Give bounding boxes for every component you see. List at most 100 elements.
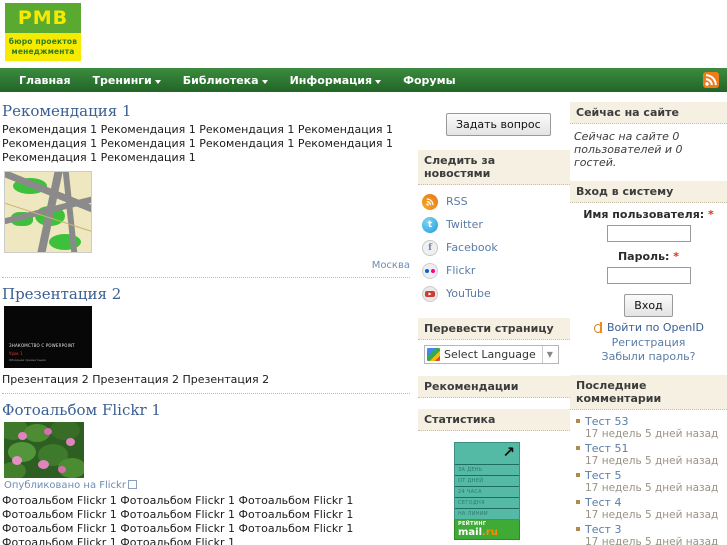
slide-note-text: Обзорная презентация [9, 358, 46, 362]
list-item[interactable]: f Facebook [422, 236, 570, 259]
presentation-thumbnail-image[interactable]: ЗНАКОМСТВО С POWERPOINT Урок 1 Обзорная … [4, 306, 92, 368]
nav-item-library[interactable]: Библиотека [172, 68, 279, 92]
language-select-value: Select Language [444, 347, 536, 361]
chevron-down-icon: ▼ [541, 346, 557, 363]
block-translate-page: Перевести страницу Select Language ▼ [418, 318, 570, 365]
username-row: Имя пользователя: * [574, 208, 723, 242]
block-follow-news: Следить за новостями RSS t Twitter f Fac… [418, 150, 570, 307]
openid-login-link[interactable]: Войти по OpenID [607, 321, 704, 334]
list-item: Тест 5 17 недель 5 дней назад [576, 469, 725, 495]
login-submit-button[interactable]: Вход [624, 294, 673, 317]
list-item[interactable]: ▶ YouTube [422, 282, 570, 305]
social-link-youtube[interactable]: YouTube [446, 287, 491, 300]
brand-name-accent: .ru [482, 527, 498, 538]
lotus-photo-thumbnail[interactable] [4, 422, 84, 478]
chevron-down-icon [154, 80, 161, 84]
slide-subtitle-text: Урок 1 [9, 351, 23, 356]
comment-timestamp: 17 недель 5 дней назад [585, 455, 719, 467]
list-item[interactable]: RSS [422, 190, 570, 213]
logo-sub-block: бюро проектов менеджмента [5, 33, 81, 61]
nav-item-trainings[interactable]: Тренинги [82, 68, 172, 92]
username-label-text: Имя пользователя: [583, 208, 705, 221]
external-link-icon [127, 480, 137, 489]
article-title-link[interactable]: Презентация 2 [2, 285, 121, 303]
mailru-counter[interactable]: ↗ за день от дней 24 часа сегодня на лин… [418, 436, 570, 544]
logo-main-block: PMB [5, 3, 81, 33]
block-recommendations: Рекомендации [418, 376, 570, 398]
list-item: Тест 51 17 недель 5 дней назад [576, 442, 725, 468]
social-link-facebook[interactable]: Facebook [446, 241, 498, 254]
bullet-icon [576, 419, 580, 423]
required-mark: * [673, 250, 680, 263]
flickr-glyph [423, 264, 437, 278]
block-title: Перевести страницу [418, 318, 570, 340]
nav-item-forums[interactable]: Форумы [392, 68, 466, 92]
chevron-down-icon [261, 80, 268, 84]
site-logo[interactable]: PMB бюро проектов менеджмента [5, 3, 81, 61]
nav-item-home[interactable]: Главная [8, 68, 82, 92]
counter-row: за день [455, 464, 519, 475]
password-input[interactable] [606, 267, 691, 284]
block-title: Сейчас на сайте [570, 102, 727, 124]
flickr-credit-link[interactable]: Опубликовано на Flickr [4, 480, 126, 491]
block-title: Статистика [418, 409, 570, 431]
comment-link[interactable]: Тест 3 [585, 523, 621, 536]
counter-row: на линии [455, 508, 519, 519]
list-item: Тест 53 17 недель 5 дней назад [576, 415, 725, 441]
comment-link[interactable]: Тест 51 [585, 442, 628, 455]
required-mark: * [708, 208, 714, 221]
comment-timestamp: 17 недель 5 дней назад [585, 509, 719, 521]
counter-row: 24 часа [455, 486, 519, 497]
nav-label: Форумы [403, 73, 456, 87]
list-item[interactable]: t Twitter [422, 213, 570, 236]
comment-link[interactable]: Тест 4 [585, 496, 621, 509]
social-link-flickr[interactable]: Flickr [446, 264, 475, 277]
login-links: Регистрация Забыли пароль? [574, 336, 723, 364]
main-navigation: Главная Тренинги Библиотека Информация Ф… [0, 68, 727, 92]
social-link-rss[interactable]: RSS [446, 195, 468, 208]
counter-row: сегодня [455, 497, 519, 508]
map-thumbnail-image[interactable] [4, 171, 92, 253]
facebook-glyph: f [428, 242, 432, 253]
slide-title-text: ЗНАКОМСТВО С POWERPOINT [9, 343, 75, 348]
nav-item-information[interactable]: Информация [279, 68, 393, 92]
openid-icon [593, 322, 604, 333]
google-translate-icon [427, 348, 440, 361]
article-title: Презентация 2 [2, 285, 410, 303]
youtube-icon: ▶ [422, 285, 438, 302]
recent-comments-list: Тест 53 17 недель 5 дней назад Тест 51 1… [570, 415, 727, 545]
rss-icon[interactable] [703, 72, 719, 88]
forgot-password-link[interactable]: Забыли пароль? [602, 350, 696, 363]
article-body: Рекомендация 1 Рекомендация 1 Рекомендац… [2, 123, 393, 164]
nav-label: Тренинги [92, 73, 152, 87]
chevron-down-icon [375, 80, 382, 84]
block-title: Рекомендации [418, 376, 570, 398]
bullet-icon [576, 500, 580, 504]
rss-icon [422, 193, 438, 210]
register-link[interactable]: Регистрация [612, 336, 686, 349]
language-select[interactable]: Select Language ▼ [424, 345, 559, 364]
article-body: Презентация 2 Презентация 2 Презентация … [2, 373, 270, 386]
brand-name: mail.ru [458, 527, 516, 538]
flickr-icon [422, 262, 438, 279]
comment-timestamp: 17 недель 5 дней назад [585, 428, 719, 440]
social-link-twitter[interactable]: Twitter [446, 218, 483, 231]
mailru-brand: РЕЙТИНГ mail.ru [454, 520, 520, 540]
brand-name-main: mail [458, 527, 483, 538]
article-title-link[interactable]: Рекомендация 1 [2, 102, 132, 120]
twitter-glyph: t [427, 219, 433, 230]
block-statistics: Статистика ↗ за день от дней 24 часа сег… [418, 409, 570, 544]
article-tag-link[interactable]: Москва [372, 260, 410, 271]
comment-link[interactable]: Тест 53 [585, 415, 628, 428]
password-row: Пароль: * [574, 250, 723, 284]
block-title: Последние комментарии [570, 375, 727, 410]
username-input[interactable] [606, 225, 691, 242]
ask-question-wrap: Задать вопрос [418, 104, 570, 150]
comment-link[interactable]: Тест 5 [585, 469, 621, 482]
article-title-link[interactable]: Фотоальбом Flickr 1 [2, 401, 161, 419]
article-presentation-2: Презентация 2 ЗНАКОМСТВО С POWERPOINT Ур… [2, 277, 410, 393]
list-item[interactable]: Flickr [422, 259, 570, 282]
article-flickr-album-1: Фотоальбом Flickr 1 Опубликовано на Flic… [2, 393, 410, 545]
ask-question-button[interactable]: Задать вопрос [446, 113, 551, 136]
block-who-is-online: Сейчас на сайте Сейчас на сайте 0 пользо… [570, 102, 727, 170]
